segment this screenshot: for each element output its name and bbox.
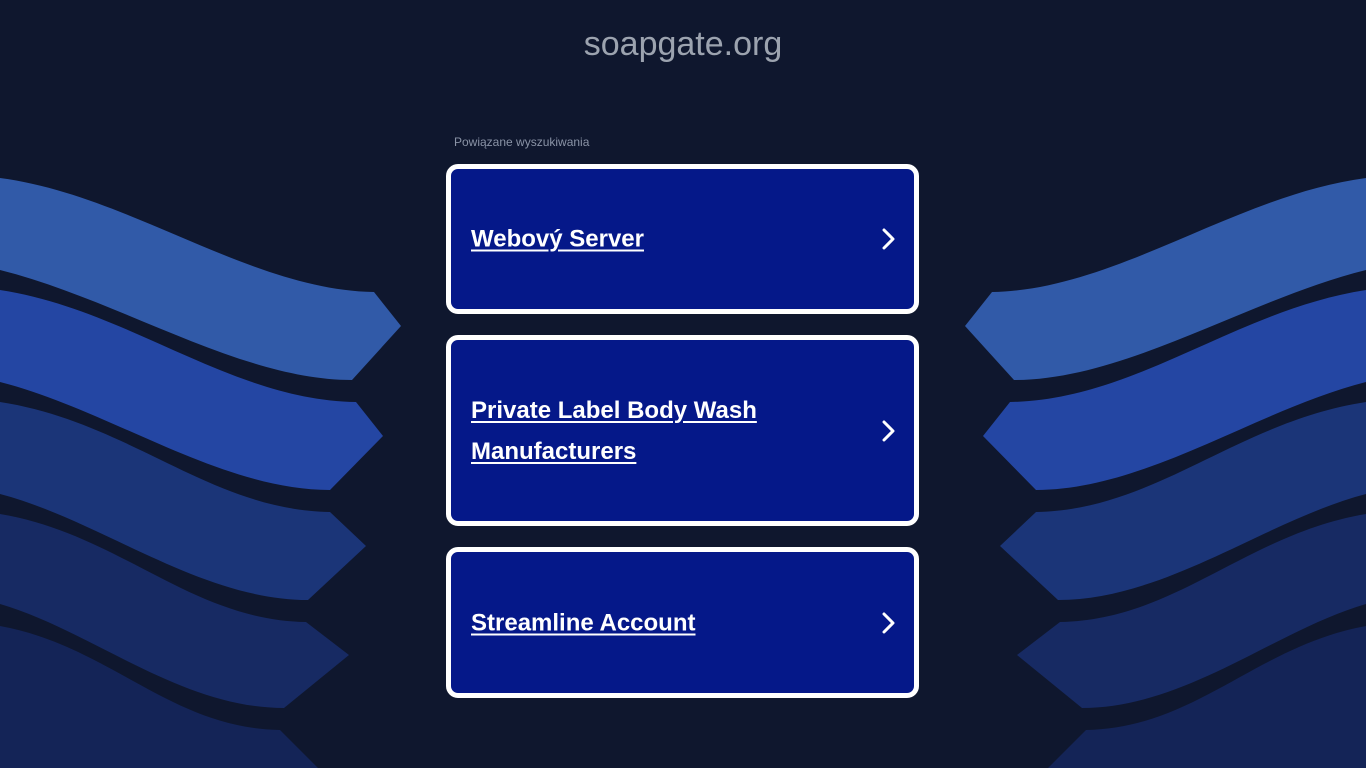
domain-title: soapgate.org	[583, 25, 783, 63]
related-link-label[interactable]: Streamline Account	[471, 602, 844, 643]
chevron-right-icon	[882, 420, 895, 441]
related-link-card-webovy-server[interactable]: Webový Server	[446, 164, 919, 314]
related-link-card-private-label-body-wash[interactable]: Private Label Body Wash Manufacturers	[446, 335, 919, 526]
related-link-label[interactable]: Webový Server	[471, 219, 844, 260]
chevron-right-icon	[882, 228, 895, 250]
related-searches-label: Powiązane wyszukiwania	[454, 135, 590, 149]
chevron-right-icon	[882, 612, 895, 633]
related-link-card-streamline-account[interactable]: Streamline Account	[446, 547, 919, 698]
right-wave-bands	[965, 178, 1366, 768]
related-link-label[interactable]: Private Label Body Wash Manufacturers	[471, 390, 844, 472]
parked-domain-page: soapgate.org Powiązane wyszukiwania Webo…	[0, 0, 1366, 768]
left-wave-bands	[0, 178, 401, 768]
